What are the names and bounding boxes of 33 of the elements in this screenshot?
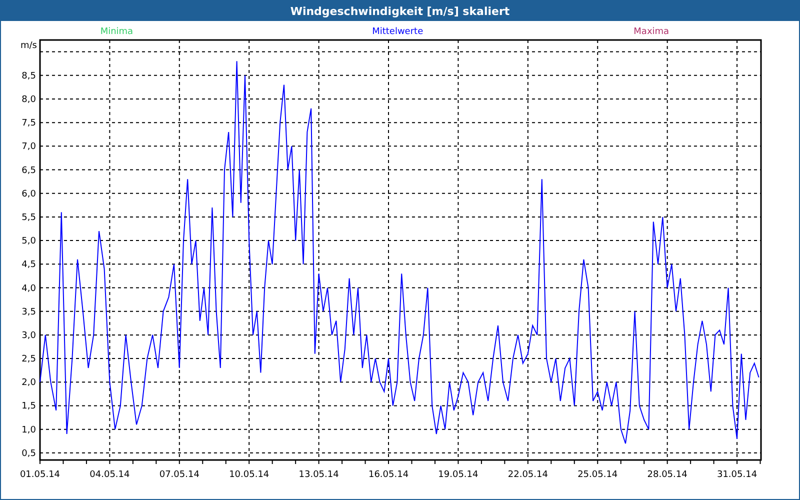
tick-label: 3,0	[22, 330, 36, 341]
tick-label: 13.05.14	[298, 470, 339, 480]
tick-label: 10.05.14	[229, 470, 270, 480]
tick-label: 07.05.14	[159, 470, 200, 480]
tick-label: 5,0	[22, 236, 36, 247]
tick-label: 0,5	[22, 448, 36, 459]
tick-label: 1,5	[22, 402, 36, 412]
tick-label: 4,5	[22, 260, 36, 270]
tick-label: 25.05.14	[578, 470, 618, 480]
tick-label: 5,5	[22, 212, 36, 223]
tick-label: 01.05.14	[20, 470, 60, 480]
tick-label: 6,5	[22, 166, 36, 176]
tick-label: 2,0	[22, 378, 36, 388]
tick-label: 1,0	[22, 425, 36, 436]
tick-label: 31.05.14	[716, 470, 758, 480]
tick-label: 28.05.14	[647, 470, 688, 480]
tick-label: 3,5	[22, 307, 36, 318]
tick-label: 16.05.14	[368, 470, 409, 480]
axis-label: m/s	[20, 41, 37, 51]
tick-label: 7,5	[22, 118, 36, 129]
tick-label: 7,0	[22, 142, 36, 152]
legend-label: Maxima	[634, 27, 670, 37]
tick-label: 4,0	[22, 284, 36, 294]
tick-label: 19.05.14	[438, 470, 478, 480]
tick-label: 8,0	[22, 95, 36, 105]
tick-label: 6,0	[22, 189, 36, 200]
tick-label: 8,5	[22, 71, 36, 82]
legend-label: Mittelwerte	[372, 27, 424, 37]
legend-label: Minima	[100, 27, 134, 37]
tick-label: 2,5	[22, 354, 36, 365]
tick-label: 22.05.14	[508, 470, 548, 480]
tick-label: 04.05.14	[90, 470, 130, 480]
window-title: Windgeschwindigkeit [m/s] skaliert	[1, 1, 799, 21]
